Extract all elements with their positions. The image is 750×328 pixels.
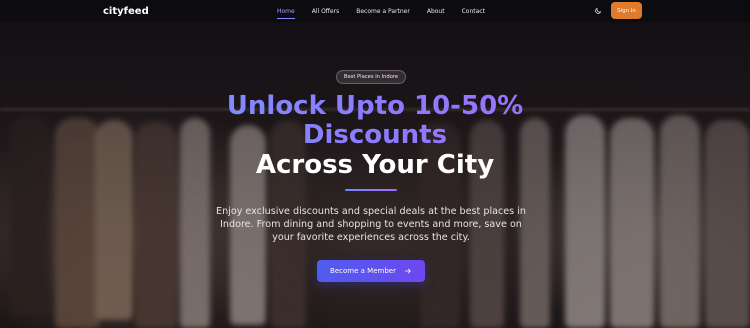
nav-link-about[interactable]: About bbox=[427, 8, 445, 15]
headline-gradient-line-1: Unlock Upto 10-50% bbox=[0, 92, 750, 121]
moon-icon bbox=[595, 7, 602, 14]
become-member-button[interactable]: Become a Member bbox=[317, 260, 425, 282]
nav-link-home[interactable]: Home bbox=[277, 8, 295, 19]
hero-description: Enjoy exclusive discounts and special de… bbox=[216, 206, 526, 243]
arrow-right-icon bbox=[404, 268, 411, 274]
headline-gradient-line-2: Discounts bbox=[0, 121, 750, 150]
nav-link-contact[interactable]: Contact bbox=[462, 8, 485, 15]
headline-divider bbox=[345, 189, 397, 191]
theme-toggle-button[interactable] bbox=[593, 6, 603, 16]
nav-links: Home All Offers Become a Partner About C… bbox=[277, 8, 502, 19]
cta-label: Become a Member bbox=[330, 267, 396, 275]
nav-link-become-partner[interactable]: Become a Partner bbox=[356, 8, 410, 15]
sign-in-button[interactable]: Sign In bbox=[611, 2, 642, 19]
hero-headline: Unlock Upto 10-50% Discounts Across Your… bbox=[0, 92, 750, 180]
top-navbar: cityfeed Home All Offers Become a Partne… bbox=[0, 0, 750, 22]
location-badge: Best Places in Indore bbox=[336, 70, 406, 84]
headline-white-line: Across Your City bbox=[255, 150, 495, 180]
nav-link-all-offers[interactable]: All Offers bbox=[312, 8, 340, 15]
brand-logo[interactable]: cityfeed bbox=[103, 6, 277, 17]
